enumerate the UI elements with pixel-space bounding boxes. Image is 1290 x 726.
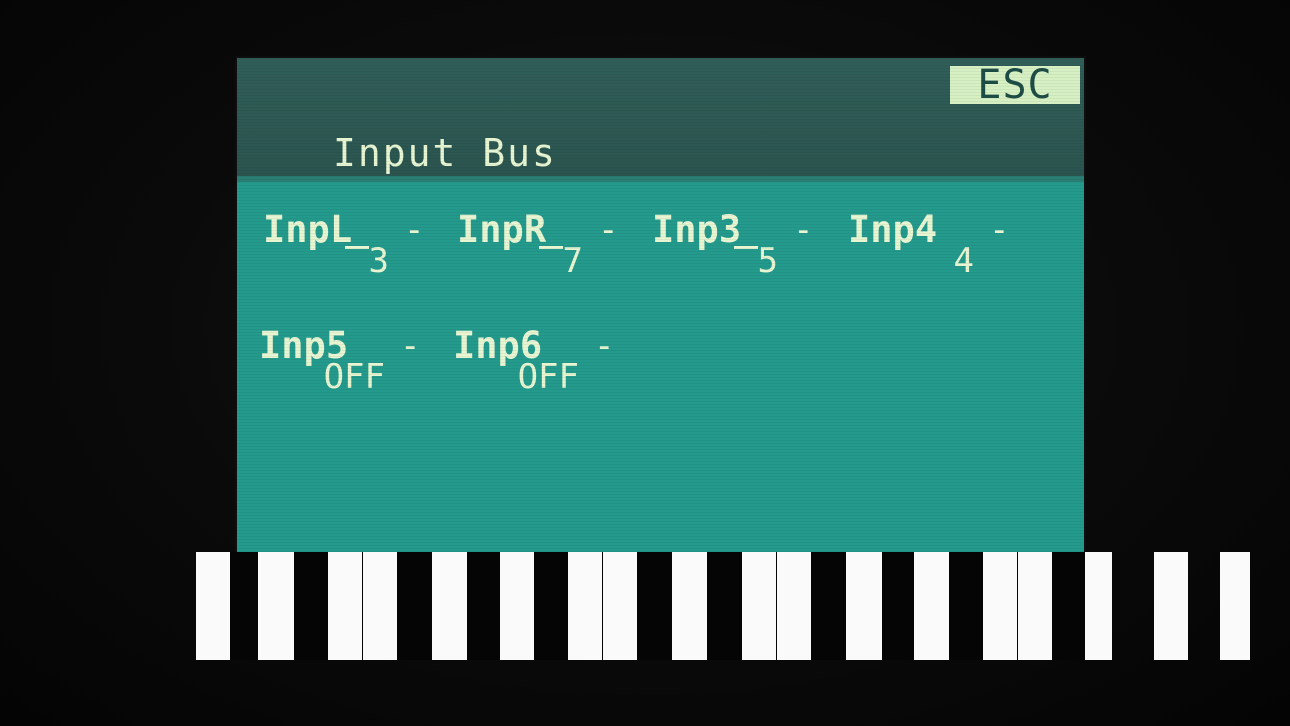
param-inp6[interactable]: Inp6 - OFF xyxy=(453,326,623,406)
piano-key-white[interactable] xyxy=(432,552,467,660)
param-dash: - xyxy=(598,210,619,250)
piano-key-white[interactable] xyxy=(1220,552,1250,660)
param-value: 5 xyxy=(757,241,778,281)
piano-key-white[interactable] xyxy=(777,552,811,660)
param-dash: - xyxy=(400,326,421,366)
title-bar-edge xyxy=(237,176,1084,182)
piano-key-white[interactable] xyxy=(500,552,534,660)
param-value: 4 xyxy=(953,241,974,281)
param-dash: - xyxy=(404,210,425,250)
page-title: Input Bus xyxy=(333,131,557,175)
piano-key-white[interactable] xyxy=(568,552,602,660)
param-dash: - xyxy=(989,210,1010,250)
param-label: InpR xyxy=(457,208,547,251)
param-label: InpL xyxy=(263,208,353,251)
piano-key-white[interactable] xyxy=(672,552,707,660)
cursor-underline xyxy=(539,246,563,249)
piano-key-white[interactable] xyxy=(328,552,362,660)
param-inpl[interactable]: InpL - 3 xyxy=(263,210,433,290)
piano-key-white[interactable] xyxy=(914,552,949,660)
piano-key-white[interactable] xyxy=(1018,552,1052,660)
param-value: 3 xyxy=(368,241,389,281)
piano-key-white[interactable] xyxy=(258,552,294,660)
param-label: Inp4 xyxy=(848,208,938,251)
piano-key-white[interactable] xyxy=(1085,552,1112,660)
param-label: Inp3 xyxy=(652,208,742,251)
piano-key-white[interactable] xyxy=(363,552,397,660)
cursor-underline xyxy=(734,246,758,249)
piano-key-white[interactable] xyxy=(196,552,230,660)
esc-button[interactable]: ESC xyxy=(950,65,1080,105)
display-screen: ESC Input Bus InpL - 3 InpR - 7 Inp3 - 5… xyxy=(237,58,1084,552)
piano-key-white[interactable] xyxy=(603,552,637,660)
param-inp3[interactable]: Inp3 - 5 xyxy=(652,210,822,290)
param-dash: - xyxy=(793,210,814,250)
param-value: OFF xyxy=(323,357,385,397)
piano-key-white[interactable] xyxy=(742,552,776,660)
piano-key-white[interactable] xyxy=(983,552,1017,660)
touch-keyboard-strip xyxy=(196,552,1250,660)
piano-key-white[interactable] xyxy=(1154,552,1188,660)
param-inp4[interactable]: Inp4 - 4 xyxy=(848,210,1018,290)
param-dash: - xyxy=(594,326,615,366)
param-value: OFF xyxy=(517,357,579,397)
param-inpr[interactable]: InpR - 7 xyxy=(457,210,627,290)
param-value: 7 xyxy=(562,241,583,281)
param-inp5[interactable]: Inp5 - OFF xyxy=(259,326,429,406)
piano-key-white[interactable] xyxy=(846,552,882,660)
cursor-underline xyxy=(345,246,369,249)
